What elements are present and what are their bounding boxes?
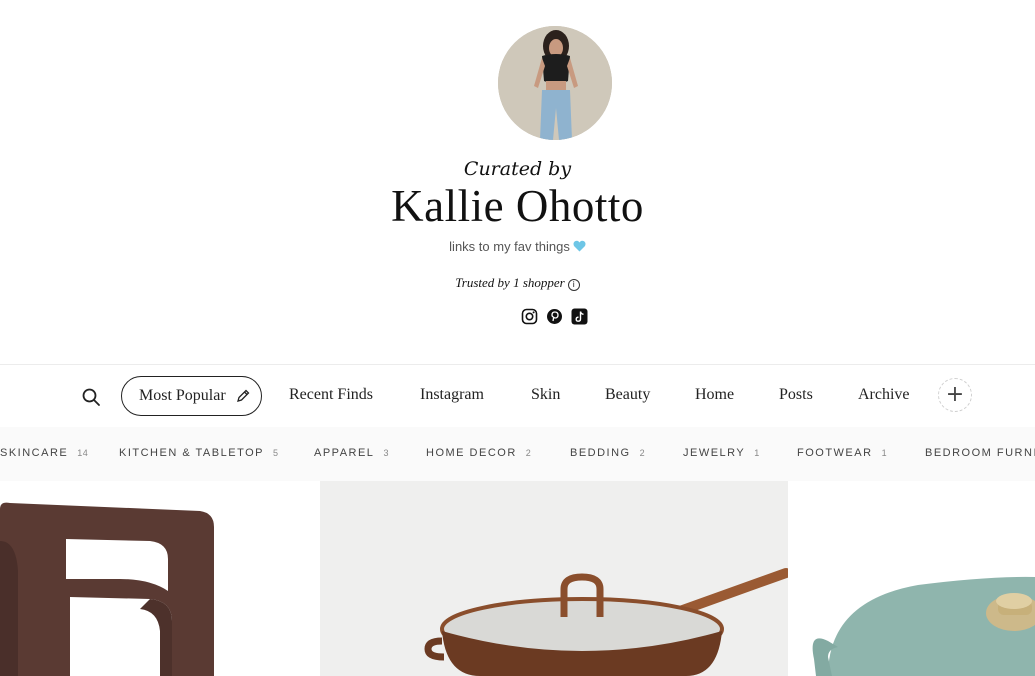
- instagram-icon[interactable]: [521, 308, 538, 325]
- category-apparel[interactable]: APPAREL 3: [314, 447, 389, 459]
- category-label: JEWELRY: [683, 447, 746, 459]
- category-count: 2: [639, 448, 646, 458]
- pinterest-icon[interactable]: [546, 308, 563, 325]
- product-card-dutch-oven[interactable]: [788, 481, 1035, 676]
- info-icon[interactable]: i: [567, 279, 580, 291]
- trusted-by-line: Trusted by 1 shopper i: [0, 275, 1035, 291]
- tab-label: Most Popular: [139, 387, 226, 404]
- profile-bio: links to my fav things: [0, 239, 1035, 254]
- search-icon[interactable]: [81, 387, 101, 407]
- bio-text: links to my fav things: [449, 239, 570, 254]
- tab-posts[interactable]: Posts: [779, 376, 813, 414]
- dutch-oven-image: [788, 481, 1035, 676]
- tab-archive[interactable]: Archive: [858, 376, 910, 414]
- tab-instagram[interactable]: Instagram: [420, 376, 484, 414]
- category-filter-strip: SKINCARE 14 KITCHEN & TABLETOP 5 APPAREL 3 …: [0, 427, 1035, 481]
- category-skincare[interactable]: SKINCARE 14: [0, 447, 88, 459]
- category-footwear[interactable]: FOOTWEAR 1: [797, 447, 887, 459]
- category-count: 14: [77, 448, 89, 458]
- tab-home[interactable]: Home: [695, 376, 734, 414]
- collection-tab-bar: Most Popular Recent Finds Instagram Skin…: [0, 364, 1035, 428]
- category-bedding[interactable]: BEDDING 2: [570, 447, 645, 459]
- curated-by-label: Curated by: [463, 158, 572, 180]
- social-links: [521, 308, 588, 325]
- category-count: 1: [754, 448, 760, 458]
- category-label: BEDDING: [570, 447, 631, 459]
- category-label: HOME DECOR: [426, 447, 517, 459]
- category-label: KITCHEN & TABLETOP: [119, 447, 264, 459]
- category-kitchen-tabletop[interactable]: KITCHEN & TABLETOP 5: [119, 447, 279, 459]
- profile-header: Curated by Kallie Ohotto links to my fav…: [0, 0, 1035, 365]
- category-jewelry[interactable]: JEWELRY 1: [683, 447, 760, 459]
- product-card-saute-pan[interactable]: [320, 481, 788, 676]
- category-label: SKINCARE: [0, 447, 69, 459]
- category-count: 2: [525, 448, 532, 458]
- tab-beauty[interactable]: Beauty: [605, 376, 650, 414]
- tab-recent-finds[interactable]: Recent Finds: [289, 376, 373, 414]
- product-card-chair[interactable]: [0, 481, 320, 676]
- category-label: FOOTWEAR: [797, 447, 873, 459]
- saute-pan-image: [320, 481, 788, 676]
- category-count: 5: [272, 448, 279, 458]
- tab-skin[interactable]: Skin: [531, 376, 560, 414]
- tiktok-icon[interactable]: [571, 308, 588, 325]
- blue-heart-icon: [573, 240, 586, 252]
- tab-most-popular[interactable]: Most Popular: [121, 376, 262, 416]
- chair-image: [0, 481, 320, 676]
- profile-name: Kallie Ohotto: [391, 181, 644, 231]
- trusted-text: Trusted by 1 shopper: [455, 275, 565, 290]
- pencil-icon[interactable]: [236, 389, 250, 403]
- category-count: 1: [881, 448, 888, 458]
- avatar[interactable]: [498, 26, 612, 140]
- category-label: APPAREL: [314, 447, 375, 459]
- category-label: BEDROOM FURNITURE: [925, 447, 1035, 459]
- category-count: 3: [383, 448, 389, 458]
- category-home-decor[interactable]: HOME DECOR 2: [426, 447, 531, 459]
- avatar-photo: [498, 26, 612, 140]
- product-grid: [0, 481, 1035, 676]
- category-bedroom-furniture[interactable]: BEDROOM FURNITURE: [925, 447, 1035, 459]
- add-tab-button[interactable]: +: [938, 378, 972, 412]
